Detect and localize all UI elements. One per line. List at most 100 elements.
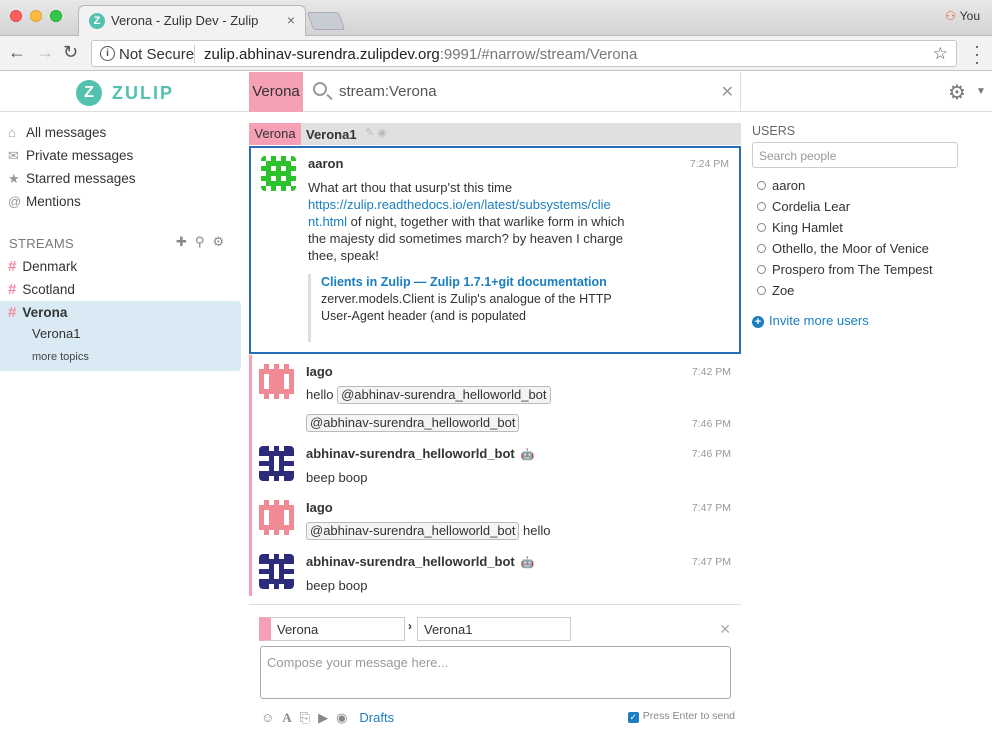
invite-users-link[interactable]: + Invite more users [752,313,869,328]
tab-close-icon[interactable]: × [287,12,295,28]
search-bar[interactable]: stream:Verona ✕ [303,72,741,112]
plus-circle-icon: + [752,316,764,328]
sender-name[interactable]: Iago [306,500,333,515]
stream-search-icon[interactable]: ⚲ [195,234,205,249]
message-time[interactable]: 7:42 PM [692,366,731,378]
minimize-window-button[interactable] [30,10,42,22]
chevron-down-icon[interactable]: ▼ [976,86,986,97]
avatar[interactable] [259,364,294,399]
emoji-icon[interactable]: ☺ [261,710,274,725]
star-icon: ★ [8,171,20,186]
message-row[interactable]: Iago 7:47 PM @abhinav-surendra_helloworl… [249,496,741,550]
user-item[interactable]: Othello, the Moor of Venice [757,241,929,256]
narrow-stream-label[interactable]: Verona [249,72,303,112]
streams-heading[interactable]: STREAMS [9,236,74,251]
message-time[interactable]: 7:46 PM [692,448,731,460]
forward-arrow-icon[interactable]: → [36,42,54,63]
info-icon[interactable]: i [100,46,115,61]
user-item[interactable]: Zoe [757,283,794,298]
presence-icon [757,286,766,295]
address-bar[interactable]: i Not Secure zulip.abhinav-surendra.zuli… [91,40,957,67]
security-label[interactable]: Not Secure [119,46,194,63]
presence-icon [757,265,766,274]
topic-item-verona1[interactable]: Verona1 [32,326,80,341]
url-divider [194,45,195,63]
nav-all-messages[interactable]: ⌂ All messages [8,125,106,145]
stream-item-verona[interactable]: # Verona [8,304,67,321]
new-tab-button[interactable] [306,12,346,30]
avatar[interactable] [259,446,294,481]
reload-icon[interactable]: ↻ [63,42,78,63]
home-icon: ⌂ [8,125,16,140]
message-time[interactable]: 7:47 PM [692,502,731,514]
message-text: of night, together with that warlike for… [308,214,625,263]
invite-label: Invite more users [769,313,869,328]
nav-mentions[interactable]: @ Mentions [8,194,81,214]
recipient-topic[interactable]: Verona1 [306,127,357,142]
zulip-favicon-icon: Z [89,13,105,29]
video-call-icon[interactable]: ▶ [318,710,328,725]
browser-tab[interactable]: Z Verona - Zulip Dev - Zulip × [78,5,306,36]
user-mention[interactable]: @abhinav-surendra_helloworld_bot [337,386,551,404]
drafts-link[interactable]: Drafts [359,710,394,725]
url-path: :9991/#narrow/stream/Verona [439,46,638,63]
close-window-button[interactable] [10,10,22,22]
user-item[interactable]: Prospero from The Tempest [757,262,933,277]
sender-name[interactable]: abhinav-surendra_helloworld_bot 🤖 [306,554,534,569]
formatting-icon[interactable]: A [282,710,291,725]
bookmark-star-icon[interactable]: ☆ [933,44,948,64]
user-mention[interactable]: @abhinav-surendra_helloworld_bot [306,414,520,432]
message-selected[interactable]: aaron 7:24 PM What art thou that usurp's… [249,146,741,354]
stream-item-scotland[interactable]: # Scotland [8,281,75,298]
avatar[interactable] [259,554,294,589]
message-time[interactable]: 7:47 PM [692,556,731,568]
url-text[interactable]: zulip.abhinav-surendra.zulipdev.org:9991… [204,46,637,63]
compose-stream-input[interactable]: Verona [259,617,405,641]
message-link[interactable]: https://zulip.readthedocs.io/en/latest/s… [308,197,611,212]
zulip-logo-icon[interactable]: Z [76,80,102,106]
sender-name[interactable]: abhinav-surendra_helloworld_bot 🤖 [306,446,534,461]
avatar[interactable] [259,500,294,535]
avatar[interactable] [261,156,296,191]
user-name: King Hamlet [772,220,843,235]
more-topics-link[interactable]: more topics [32,351,89,363]
sender-name[interactable]: aaron [308,156,343,171]
stream-item-denmark[interactable]: # Denmark [8,258,77,275]
stream-label: Scotland [22,282,75,297]
preview-eye-icon[interactable]: ◉ [336,710,347,725]
user-item[interactable]: King Hamlet [757,220,843,235]
user-mention[interactable]: @abhinav-surendra_helloworld_bot [306,522,520,540]
user-item[interactable]: aaron [757,178,805,193]
compose-topic-input[interactable]: Verona1 [417,617,571,641]
compose-message-textarea[interactable]: Compose your message here... [260,646,731,699]
search-input[interactable]: stream:Verona [339,83,437,100]
profile-button[interactable]: ⚇ You [945,9,980,23]
sender-name[interactable]: Iago [306,364,333,379]
checkbox-checked-icon[interactable]: ✓ [627,712,639,723]
back-arrow-icon[interactable]: ← [8,42,26,63]
message-link-cont[interactable]: nt.html [308,214,347,229]
nav-starred-messages[interactable]: ★ Starred messages [8,171,136,191]
stream-settings-icon[interactable]: ⚙ [212,234,224,249]
attachment-icon[interactable]: ⎘ [300,710,310,725]
close-compose-icon[interactable]: ✕ [719,621,731,638]
maximize-window-button[interactable] [50,10,62,22]
add-stream-icon[interactable]: ✚ [176,234,187,249]
message-row[interactable]: abhinav-surendra_helloworld_bot 🤖 7:47 PM… [249,550,741,598]
zulip-logo-text[interactable]: ZULIP [112,83,174,104]
settings-gear-icon[interactable]: ⚙ [948,80,966,105]
browser-menu-icon[interactable]: · · · [974,37,980,71]
search-people-input[interactable]: Search people [752,142,958,168]
preview-title[interactable]: Clients in Zulip — Zulip 1.7.1+git docum… [321,274,628,291]
clear-search-icon[interactable]: ✕ [721,82,734,102]
edit-topic-icon[interactable]: ✎ ◉ [365,126,387,139]
enter-to-send-toggle[interactable]: ✓ Press Enter to send [627,710,735,723]
message-time[interactable]: 7:24 PM [690,158,729,170]
message-row[interactable]: 7:46 PM @abhinav-surendra_helloworld_bot [249,410,741,440]
message-text: hello [306,387,338,402]
recipient-stream[interactable]: Verona [249,123,301,145]
user-name: Zoe [772,283,795,298]
user-item[interactable]: Cordelia Lear [757,199,850,214]
nav-private-messages[interactable]: ✉ Private messages [8,148,133,168]
message-row[interactable]: abhinav-surendra_helloworld_bot 🤖 7:46 PM… [249,442,741,496]
